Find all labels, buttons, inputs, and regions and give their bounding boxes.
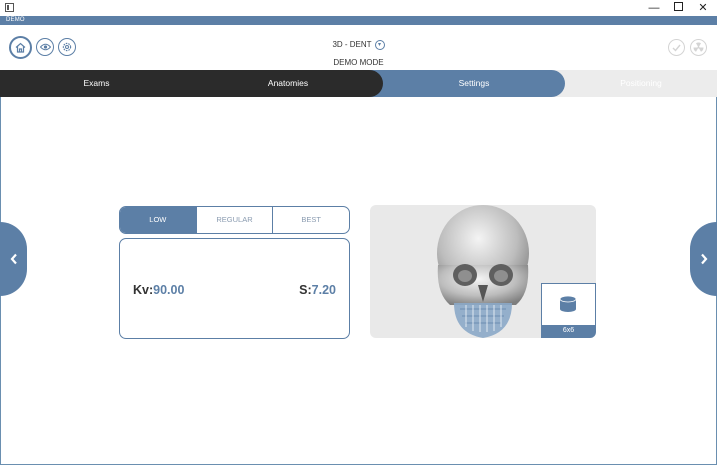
mode-subtitle: DEMO MODE <box>333 58 384 67</box>
workflow-tabs: Settings Exams Anatomies Positioning <box>0 70 717 97</box>
exam-title-text: 3D - DENT <box>332 40 372 50</box>
quality-selector: LOW REGULAR BEST <box>119 206 350 234</box>
previous-step-button[interactable] <box>0 222 27 296</box>
exposure-values-card: Kv:90.00 S:7.20 <box>119 238 350 339</box>
quality-option-low[interactable]: LOW <box>120 207 196 233</box>
s-readout: S:7.20 <box>299 283 336 297</box>
quality-option-regular[interactable]: REGULAR <box>195 207 273 233</box>
fov-label: 6x6 <box>542 325 595 337</box>
tab-settings[interactable]: Settings <box>370 70 565 97</box>
cylinder-icon <box>559 295 577 312</box>
next-step-button[interactable] <box>690 222 717 296</box>
anatomy-preview: 6x6 <box>370 205 596 338</box>
tab-anatomies[interactable]: Anatomies <box>193 70 383 97</box>
close-button[interactable]: ✕ <box>690 0 716 16</box>
chevron-down-icon[interactable]: ▾ <box>374 40 385 50</box>
radiation-icon <box>693 42 704 52</box>
tab-positioning: Positioning <box>620 78 662 88</box>
exam-title[interactable]: 3D - DENT ▾ <box>0 40 717 50</box>
kv-readout: Kv:90.00 <box>133 283 184 297</box>
chevron-left-icon <box>10 253 17 265</box>
demo-label: DEMO <box>6 17 25 23</box>
tab-exams[interactable]: Exams <box>0 70 193 97</box>
app-icon <box>5 3 14 12</box>
header: 3D - DENT ▾ DEMO MODE <box>0 25 717 70</box>
fov-selector[interactable]: 6x6 <box>541 283 596 338</box>
minimize-button[interactable]: — <box>641 0 667 16</box>
confirm-button[interactable] <box>668 39 685 56</box>
check-icon <box>672 44 681 52</box>
demo-banner: DEMO <box>0 16 717 25</box>
maximize-icon <box>673 2 683 11</box>
chevron-right-icon <box>700 253 707 265</box>
title-bar: — ✕ <box>0 0 717 16</box>
kv-value: 90.00 <box>153 283 185 297</box>
kv-label: Kv: <box>133 283 154 297</box>
maximize-button[interactable] <box>665 0 691 16</box>
exposure-button[interactable] <box>690 39 707 56</box>
s-value: 7.20 <box>311 283 336 297</box>
s-label: S: <box>299 283 312 297</box>
quality-option-best[interactable]: BEST <box>272 207 349 233</box>
